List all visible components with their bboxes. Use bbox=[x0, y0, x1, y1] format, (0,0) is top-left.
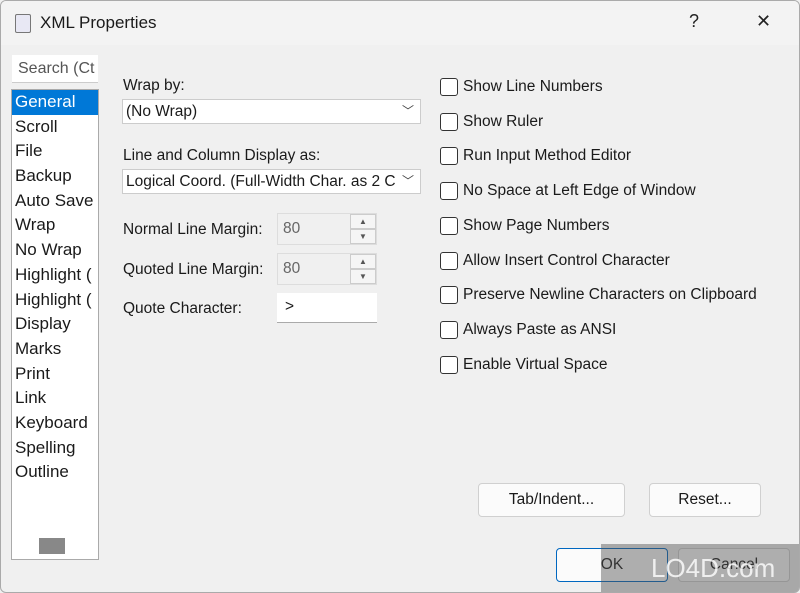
help-button[interactable]: ? bbox=[689, 11, 699, 32]
checkbox-label[interactable]: Always Paste as ANSI bbox=[463, 321, 616, 339]
checkbox-label[interactable]: Preserve Newline Characters on Clipboard bbox=[463, 286, 757, 304]
checkbox[interactable] bbox=[440, 320, 458, 339]
sidebar-item[interactable]: File bbox=[12, 139, 98, 164]
spin-up-button[interactable]: ▲ bbox=[350, 214, 376, 229]
checkbox[interactable] bbox=[440, 286, 458, 305]
checkbox[interactable] bbox=[440, 216, 458, 235]
checkbox[interactable] bbox=[440, 182, 458, 201]
normal-margin-input[interactable]: 80 ▲ ▼ bbox=[277, 213, 377, 245]
sidebar-item[interactable]: Scroll bbox=[12, 115, 98, 140]
checkbox-label[interactable]: Show Line Numbers bbox=[463, 78, 603, 96]
quote-char-input[interactable]: > bbox=[277, 293, 377, 323]
sidebar-item[interactable]: Print bbox=[12, 362, 98, 387]
checkbox[interactable] bbox=[440, 355, 458, 374]
sidebar-item[interactable]: Auto Save bbox=[12, 189, 98, 214]
quote-char-label: Quote Character: bbox=[123, 300, 242, 317]
normal-margin-label: Normal Line Margin: bbox=[123, 221, 263, 238]
sidebar-item[interactable]: Outline bbox=[12, 460, 98, 485]
checkbox-label[interactable]: Show Page Numbers bbox=[463, 217, 609, 235]
watermark-logo: LO4D.com bbox=[601, 544, 799, 592]
app-icon bbox=[15, 14, 31, 33]
sidebar-item[interactable]: Spelling bbox=[12, 436, 98, 461]
sidebar-item[interactable]: Backup bbox=[12, 164, 98, 189]
chevron-down-icon: ﹀ bbox=[401, 104, 414, 118]
sidebar-item[interactable]: Highlight ( bbox=[12, 288, 98, 313]
quoted-margin-input[interactable]: 80 ▲ ▼ bbox=[277, 253, 377, 285]
category-list[interactable]: General Scroll File Backup Auto Save Wrap No W… bbox=[11, 89, 99, 560]
window-title: XML Properties bbox=[40, 13, 157, 32]
checkbox-label[interactable]: Show Ruler bbox=[463, 113, 543, 131]
dialog-window: XML Properties ? ✕ Search (Ct General Scr… bbox=[0, 0, 800, 593]
display-label: Line and Column Display as: bbox=[123, 147, 321, 164]
sidebar-item[interactable]: Keyboard bbox=[12, 411, 98, 436]
wrap-by-select[interactable]: (No Wrap) ﹀ bbox=[122, 99, 421, 124]
spin-up-button[interactable]: ▲ bbox=[350, 254, 376, 269]
checkbox-label[interactable]: Allow Insert Control Character bbox=[463, 252, 670, 270]
normal-margin-value: 80 bbox=[283, 220, 301, 237]
spin-down-button[interactable]: ▼ bbox=[350, 229, 376, 244]
checkbox-label[interactable]: Run Input Method Editor bbox=[463, 147, 631, 165]
checkbox[interactable] bbox=[440, 147, 458, 166]
sidebar-item[interactable]: Highlight ( bbox=[12, 263, 98, 288]
sidebar-item[interactable]: Marks bbox=[12, 337, 98, 362]
sidebar-item[interactable]: No Wrap bbox=[12, 238, 98, 263]
wrap-by-value: (No Wrap) bbox=[126, 103, 198, 120]
display-select[interactable]: Logical Coord. (Full-Width Char. as 2 C ﹀ bbox=[122, 169, 421, 194]
quoted-margin-value: 80 bbox=[283, 260, 301, 277]
sidebar-item[interactable]: Wrap bbox=[12, 213, 98, 238]
wrap-by-label: Wrap by: bbox=[123, 77, 185, 94]
checkbox[interactable] bbox=[440, 78, 458, 96]
display-value: Logical Coord. (Full-Width Char. as 2 C bbox=[126, 173, 396, 190]
checkbox-label[interactable]: Enable Virtual Space bbox=[463, 356, 607, 374]
checkbox[interactable] bbox=[440, 112, 458, 131]
chevron-down-icon: ﹀ bbox=[401, 172, 414, 189]
quoted-margin-label: Quoted Line Margin: bbox=[123, 261, 264, 278]
title-bar: XML Properties ? ✕ bbox=[1, 1, 799, 45]
search-input[interactable]: Search (Ct bbox=[12, 55, 98, 83]
sidebar-item[interactable]: General bbox=[12, 90, 98, 115]
checkbox-label[interactable]: No Space at Left Edge of Window bbox=[463, 182, 696, 200]
scrollbar-thumb[interactable] bbox=[39, 538, 65, 554]
tab-indent-button[interactable]: Tab/Indent... bbox=[478, 483, 625, 517]
spin-down-button[interactable]: ▼ bbox=[350, 269, 376, 284]
close-button[interactable]: ✕ bbox=[756, 11, 771, 32]
sidebar-item[interactable]: Link bbox=[12, 386, 98, 411]
checkbox[interactable] bbox=[440, 251, 458, 270]
reset-button[interactable]: Reset... bbox=[649, 483, 761, 517]
sidebar-item[interactable]: Display bbox=[12, 312, 98, 337]
